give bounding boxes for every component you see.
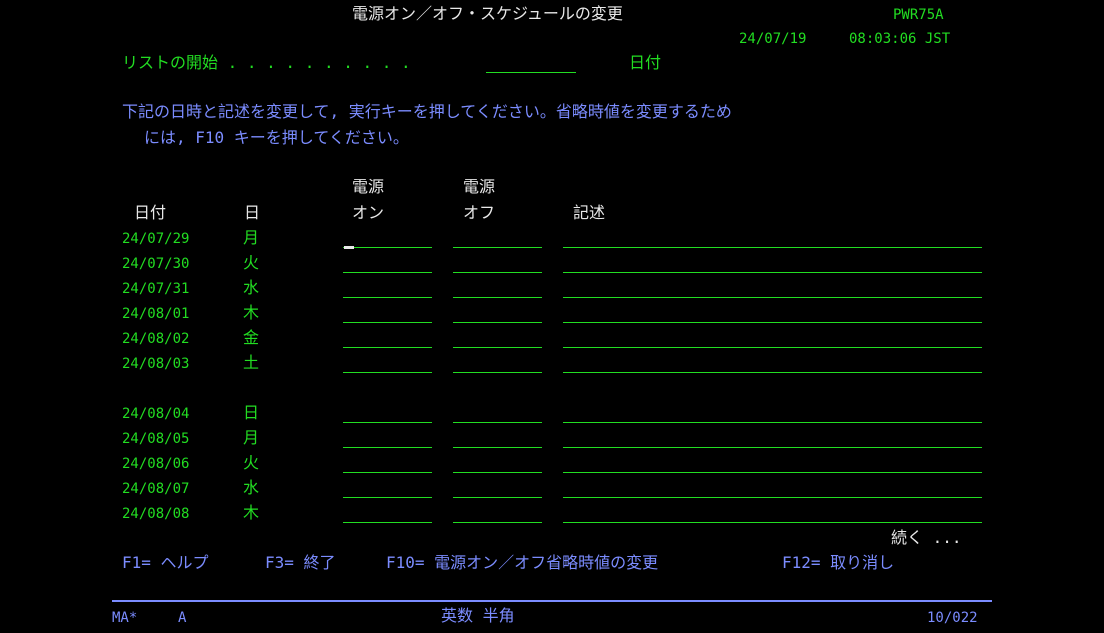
power-on-input[interactable] xyxy=(343,453,432,473)
status-session: A xyxy=(178,610,187,626)
f3-exit-key[interactable]: F3= 終了 xyxy=(265,553,336,573)
column-header-description: 記述 xyxy=(573,203,606,222)
description-input[interactable] xyxy=(563,278,982,298)
row-date: 24/08/02 xyxy=(122,331,190,347)
column-header-date: 日付 xyxy=(134,203,167,222)
status-cursor-position: 10/022 xyxy=(927,610,978,626)
power-off-input[interactable] xyxy=(453,503,542,523)
power-off-input[interactable] xyxy=(453,328,542,348)
description-input[interactable] xyxy=(563,303,982,323)
text-cursor xyxy=(344,246,354,249)
description-input[interactable] xyxy=(563,328,982,348)
power-on-input[interactable] xyxy=(343,278,432,298)
power-on-input[interactable] xyxy=(343,428,432,448)
power-off-input[interactable] xyxy=(453,303,542,323)
instruction-line-1: 下記の日時と記述を変更して, 実行キーを押してください。省略時値を変更するため xyxy=(122,102,732,121)
status-bar-divider xyxy=(112,600,992,602)
row-date: 24/07/31 xyxy=(122,281,190,297)
power-on-input[interactable] xyxy=(343,228,432,248)
power-on-input[interactable] xyxy=(343,503,432,523)
system-time: 08:03:06 JST xyxy=(849,31,951,47)
f1-help-key[interactable]: F1= ヘルプ xyxy=(122,553,209,573)
power-on-input[interactable] xyxy=(343,403,432,423)
row-date: 24/07/29 xyxy=(122,231,190,247)
power-off-input[interactable] xyxy=(453,453,542,473)
column-header-power-on: オン xyxy=(352,203,385,222)
power-off-input[interactable] xyxy=(453,428,542,448)
system-date: 24/07/19 xyxy=(739,31,807,47)
description-input[interactable] xyxy=(563,453,982,473)
status-input-mode: 英数 半角 xyxy=(441,606,515,625)
list-start-label: リストの開始 . . . . . . . . . . xyxy=(122,53,411,72)
description-input[interactable] xyxy=(563,503,982,523)
description-input[interactable] xyxy=(563,403,982,423)
row-day: 火 xyxy=(243,253,260,272)
power-on-input[interactable] xyxy=(343,478,432,498)
row-date: 24/08/04 xyxy=(122,406,190,422)
column-header-power-off: オフ xyxy=(463,203,496,222)
row-day: 土 xyxy=(243,353,260,372)
screen-title: 電源オン／オフ・スケジュールの変更 xyxy=(352,4,623,23)
column-header-day: 日 xyxy=(244,203,261,222)
row-day: 水 xyxy=(243,278,260,297)
description-input[interactable] xyxy=(563,353,982,373)
power-off-input[interactable] xyxy=(453,478,542,498)
description-input[interactable] xyxy=(563,228,982,248)
row-date: 24/08/06 xyxy=(122,456,190,472)
power-on-input[interactable] xyxy=(343,328,432,348)
row-date: 24/08/08 xyxy=(122,506,190,522)
f10-defaults-key[interactable]: F10= 電源オン／オフ省略時値の変更 xyxy=(386,553,658,573)
row-date: 24/08/03 xyxy=(122,356,190,372)
power-off-input[interactable] xyxy=(453,278,542,298)
row-date: 24/08/01 xyxy=(122,306,190,322)
power-on-input[interactable] xyxy=(343,253,432,273)
row-day: 月 xyxy=(243,428,260,447)
power-off-input[interactable] xyxy=(453,403,542,423)
more-indicator: 続く ... xyxy=(891,528,962,547)
description-input[interactable] xyxy=(563,428,982,448)
f12-cancel-key[interactable]: F12= 取り消し xyxy=(782,553,894,573)
list-start-input[interactable] xyxy=(486,53,576,73)
screen-id: PWR75A xyxy=(893,7,944,23)
column-header-power-on-top: 電源 xyxy=(352,177,385,196)
power-on-input[interactable] xyxy=(343,353,432,373)
row-day: 日 xyxy=(243,403,260,422)
description-input[interactable] xyxy=(563,478,982,498)
row-day: 火 xyxy=(243,453,260,472)
list-start-hint: 日付 xyxy=(629,53,662,72)
column-header-power-off-top: 電源 xyxy=(463,177,496,196)
row-date: 24/08/05 xyxy=(122,431,190,447)
row-date: 24/07/30 xyxy=(122,256,190,272)
power-on-input[interactable] xyxy=(343,303,432,323)
row-date: 24/08/07 xyxy=(122,481,190,497)
power-off-input[interactable] xyxy=(453,253,542,273)
status-mode: MA* xyxy=(112,610,138,626)
instruction-line-2: には, F10 キーを押してください。 xyxy=(144,128,409,147)
row-day: 水 xyxy=(243,478,260,497)
row-day: 金 xyxy=(243,328,260,347)
row-day: 木 xyxy=(243,303,260,322)
row-day: 月 xyxy=(243,228,260,247)
power-off-input[interactable] xyxy=(453,353,542,373)
power-off-input[interactable] xyxy=(453,228,542,248)
row-day: 木 xyxy=(243,503,260,522)
description-input[interactable] xyxy=(563,253,982,273)
